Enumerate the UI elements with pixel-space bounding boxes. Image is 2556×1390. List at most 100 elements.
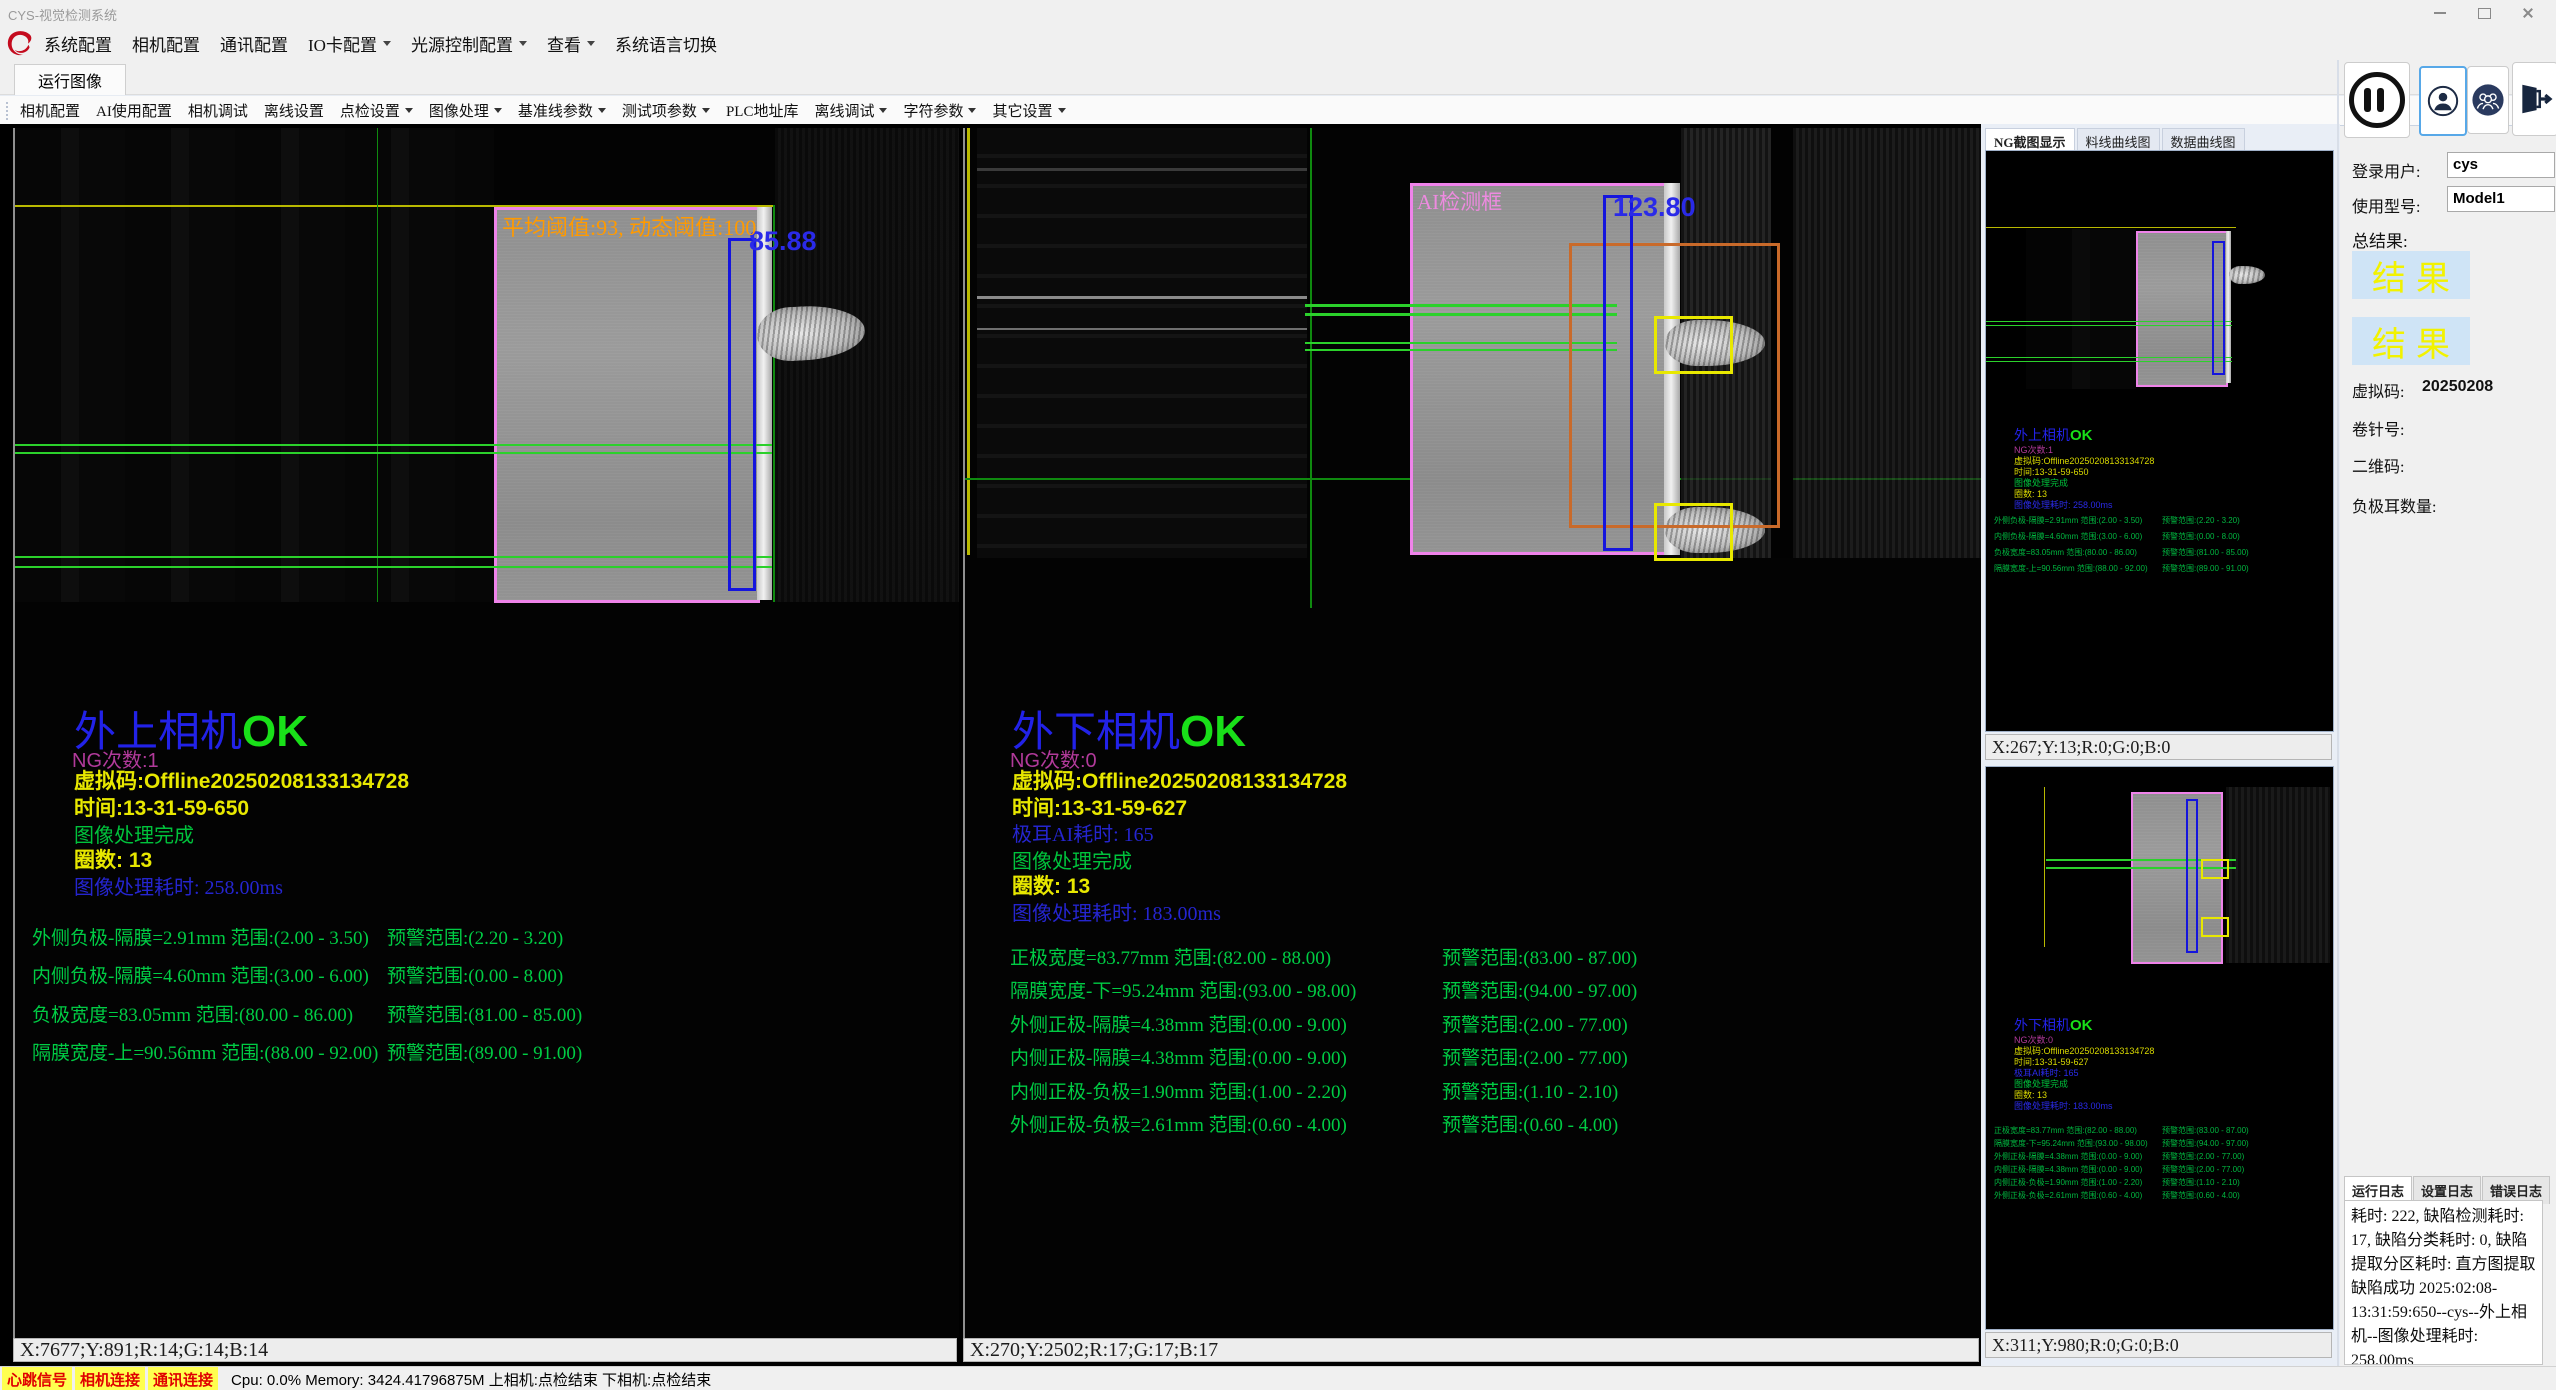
mini-circle-count: 圈数: 13 — [2014, 489, 2154, 500]
mini-warning: 预警范围:(0.60 - 4.00) — [2162, 1190, 2240, 1201]
minimize-button[interactable] — [2420, 0, 2460, 26]
users-group-icon — [2471, 83, 2505, 117]
tab-line-curve[interactable]: 料线曲线图 — [2077, 128, 2160, 150]
tool-baseline-params[interactable]: 基准线参数 — [518, 100, 606, 121]
mini-time: 时间:13-31-59-650 — [2014, 467, 2154, 478]
app-logo-icon — [3, 28, 37, 60]
menu-comm-config[interactable]: 通讯配置 — [220, 31, 288, 56]
mini-measurements: 正极宽度=83.77mm 范围:(82.00 - 88.00)预警范围:(83.… — [1994, 1125, 2326, 1203]
mini-measure: 正极宽度=83.77mm 范围:(82.00 - 88.00) — [1994, 1125, 2137, 1136]
warning-range-text: 预警范围:(2.00 - 77.00) — [1442, 1010, 1628, 1037]
measurement-text: 外侧正极-负极=2.61mm 范围:(0.60 - 4.00) — [1010, 1110, 1347, 1137]
measurement-row: 外侧正极-负极=2.61mm 范围:(0.60 - 4.00) 预警范围:(0.… — [965, 1110, 1981, 1134]
tab-data-curve[interactable]: 数据曲线图 — [2162, 128, 2245, 150]
menu-io-card-config[interactable]: IO卡配置 — [308, 31, 391, 56]
mini-yellow-box — [2201, 859, 2229, 879]
tool-test-item-params[interactable]: 测试项参数 — [622, 100, 710, 121]
measurement-text: 外侧正极-隔膜=4.38mm 范围:(0.00 - 9.00) — [1010, 1010, 1347, 1037]
metal-region — [775, 128, 959, 602]
menu-camera-config[interactable]: 相机配置 — [132, 31, 200, 56]
close-button[interactable] — [2508, 0, 2548, 26]
coordinate-bar-left: X:7677;Y:891;R:14;G:14;B:14 — [13, 1338, 957, 1362]
total-result-label: 总结果: — [2352, 227, 2408, 252]
model-label: 使用型号: — [2352, 193, 2420, 217]
menu-label: 光源控制配置 — [411, 31, 513, 56]
camera-view-upper[interactable]: 85.88 平均阈值:93, 动态阈值:100 外上相机OK NG次数:1 虚拟… — [13, 128, 959, 1338]
log-text-area[interactable]: 耗时: 222, 缺陷检测耗时: 17, 缺陷分类耗时: 0, 缺陷提取分区耗时… — [2344, 1200, 2543, 1365]
mini-measure: 内侧负极-隔膜=4.60mm 范围:(3.00 - 6.00) — [1994, 531, 2142, 542]
tool-plc-address-lib[interactable]: PLC地址库 — [726, 100, 799, 121]
thumbnail-lower-camera[interactable]: 外下相机OK NG次数:0 虚拟码:Offline202502081331347… — [1985, 766, 2334, 1330]
exit-button[interactable] — [2512, 62, 2556, 136]
menu-system-config[interactable]: 系统配置 — [44, 31, 112, 56]
chevron-down-icon — [383, 41, 391, 46]
login-user-field[interactable]: cys — [2447, 152, 2555, 178]
tool-ai-usage-config[interactable]: AI使用配置 — [96, 100, 172, 121]
tool-char-params[interactable]: 字符参数 — [903, 100, 976, 121]
mini-measure: 内侧正极-隔膜=4.38mm 范围:(0.00 - 9.00) — [1994, 1164, 2142, 1175]
chevron-down-icon — [587, 41, 595, 46]
mini-process-time: 图像处理耗时: 183.00ms — [2014, 1101, 2154, 1112]
tab-ai-time: 极耳AI耗时: 165 — [1012, 818, 1154, 847]
toolbar-grip[interactable] — [6, 102, 12, 120]
chevron-down-icon — [519, 41, 527, 46]
warning-range-text: 预警范围:(89.00 - 91.00) — [387, 1038, 582, 1065]
tool-label: 离线调试 — [814, 100, 874, 121]
mini-result: OK — [2070, 1017, 2093, 1034]
tool-offline-debug[interactable]: 离线调试 — [814, 100, 887, 121]
app-window: CYS-视觉检测系统 系统配置 相机配置 通讯配置 IO卡配置 光源控制配置 查… — [0, 0, 2556, 1390]
mini-measure: 外侧负极-隔膜=2.91mm 范围:(2.00 - 3.50) — [1994, 515, 2142, 526]
warning-range-text: 预警范围:(83.00 - 87.00) — [1442, 943, 1637, 970]
users-group-button[interactable] — [2467, 66, 2509, 134]
menu-label: 查看 — [547, 31, 581, 56]
tool-label: 离线设置 — [264, 100, 324, 121]
mini-metal-region — [2226, 787, 2330, 963]
chevron-down-icon — [494, 108, 502, 113]
tool-label: 其它设置 — [992, 100, 1052, 121]
tool-other-settings[interactable]: 其它设置 — [992, 100, 1065, 121]
tool-camera-debug[interactable]: 相机调试 — [188, 100, 248, 121]
pause-button[interactable] — [2344, 62, 2410, 138]
camera-connect-badge: 相机连接 — [75, 1367, 145, 1390]
measurement-row: 内侧正极-负极=1.90mm 范围:(1.00 - 2.20) 预警范围:(1.… — [965, 1077, 1981, 1101]
measure-line-green — [15, 452, 772, 454]
mini-warning: 预警范围:(1.10 - 2.10) — [2162, 1177, 2240, 1188]
panel-divider — [2337, 60, 2339, 1366]
measurement-text: 内侧正极-负极=1.90mm 范围:(1.00 - 2.20) — [1010, 1077, 1347, 1104]
mini-warning: 预警范围:(0.00 - 8.00) — [2162, 531, 2240, 542]
reference-line-green-vertical — [377, 128, 378, 602]
tool-spot-check-settings[interactable]: 点检设置 — [340, 100, 413, 121]
process-time: 图像处理耗时: 183.00ms — [1012, 897, 1221, 926]
tool-image-processing[interactable]: 图像处理 — [429, 100, 502, 121]
mini-ng-count: NG次数:0 — [2014, 1035, 2154, 1046]
view-tab-row: 运行图像 — [0, 60, 2556, 95]
maximize-button[interactable] — [2464, 0, 2504, 26]
mini-measure: 内侧正极-负极=1.90mm 范围:(1.00 - 2.20) — [1994, 1177, 2142, 1188]
camera-image-background — [15, 128, 494, 602]
menu-light-control-config[interactable]: 光源控制配置 — [411, 31, 527, 56]
metal-region — [1793, 128, 1981, 558]
thumbnail-upper-camera[interactable]: 外上相机OK NG次数:1 虚拟码:Offline202502081331347… — [1985, 150, 2334, 732]
heartbeat-badge: 心跳信号 — [2, 1367, 72, 1390]
mini-blue-box — [2212, 241, 2225, 375]
camera-view-lower[interactable]: 123.80 AI检测框 外下相机OK NG次数:0 虚拟码:Offline20… — [963, 128, 1981, 1338]
circle-count: 圈数: 13 — [74, 844, 152, 874]
mini-background — [2026, 229, 2136, 389]
tab-run-image[interactable]: 运行图像 — [14, 64, 126, 95]
wound-layers-region — [977, 128, 1307, 558]
measure-line-green — [15, 556, 772, 558]
menu-view[interactable]: 查看 — [547, 31, 595, 56]
model-field[interactable]: Model1 — [2447, 186, 2555, 212]
menu-language-switch[interactable]: 系统语言切换 — [615, 31, 717, 56]
login-user-label: 登录用户: — [2352, 158, 2420, 182]
mini-status-block: 外下相机OK NG次数:0 虚拟码:Offline202502081331347… — [2014, 1017, 2154, 1112]
mini-tab-blob — [2229, 266, 2265, 284]
tool-bar: 相机配置 AI使用配置 相机调试 离线设置 点检设置 图像处理 基准线参数 测试… — [0, 95, 2556, 126]
user-button[interactable] — [2419, 66, 2467, 136]
tool-label: 基准线参数 — [518, 100, 593, 121]
tab-ng-screenshot[interactable]: NG截图显示 — [1985, 128, 2075, 150]
tool-camera-config[interactable]: 相机配置 — [20, 100, 80, 121]
tool-offline-settings[interactable]: 离线设置 — [264, 100, 324, 121]
roi-box-orange — [1569, 243, 1780, 528]
reference-line-green-vertical — [1310, 128, 1312, 608]
